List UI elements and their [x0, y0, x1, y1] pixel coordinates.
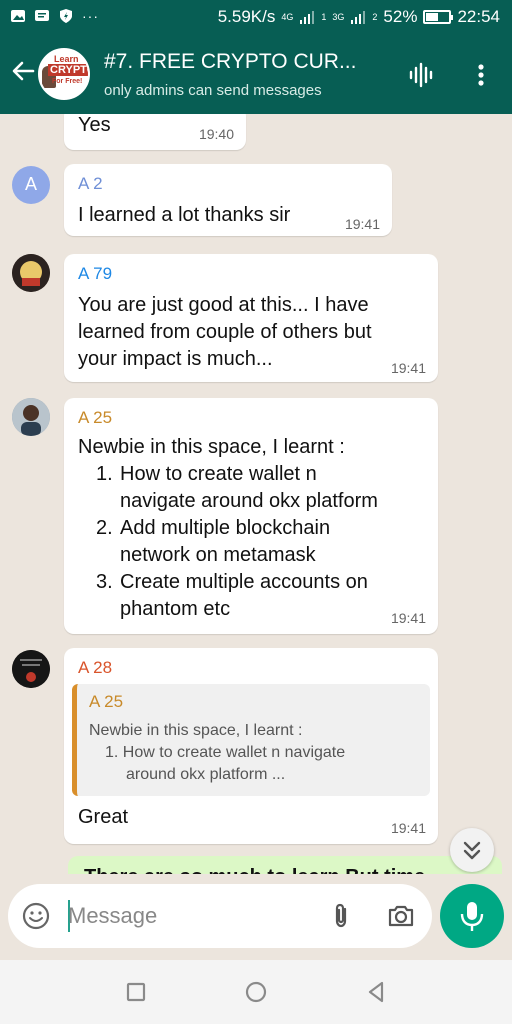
- scroll-down-button[interactable]: [450, 828, 494, 872]
- network-speed: 5.59K/s: [217, 7, 276, 26]
- group-title[interactable]: #7. FREE CRYPTO CUR...: [104, 50, 394, 74]
- message-text: Newbie in this space, I learnt : 1. How t…: [78, 434, 378, 623]
- message-text: I learned a lot thanks sir: [78, 204, 291, 226]
- message-icon: [35, 10, 49, 21]
- battery-icon: [423, 10, 454, 24]
- message-time: 19:41: [390, 610, 426, 626]
- more-vert-icon[interactable]: [466, 60, 496, 90]
- list-item: 2. Add multiple blockchain network on meta…: [78, 515, 378, 569]
- message-line: Newbie in this space, I learnt :: [78, 436, 345, 458]
- message-text: Great: [78, 806, 129, 828]
- clock: 22:54: [457, 7, 500, 26]
- crypto-logo-image: Learn CRYPTO For Free!: [40, 50, 88, 98]
- message-bubble-outgoing[interactable]: There are so much to learn But time: [68, 856, 502, 874]
- recents-square-icon[interactable]: [122, 978, 150, 1006]
- message-text: Yes: [78, 114, 111, 136]
- arrow-left-icon[interactable]: [8, 56, 38, 86]
- system-nav-bar: [0, 960, 512, 1024]
- list-line: network on metamask: [120, 544, 316, 566]
- double-chevron-down-icon: [463, 841, 481, 860]
- quoted-line: Newbie in this space, I learnt :: [89, 722, 303, 739]
- more-notifications-indicator: ···: [82, 8, 99, 24]
- message-line: your impact is much...: [78, 348, 273, 370]
- paperclip-icon[interactable]: [326, 901, 356, 931]
- avatar[interactable]: [12, 254, 50, 292]
- quoted-sender: A 25: [89, 692, 124, 711]
- notification-icons: ···: [10, 8, 99, 24]
- camera-icon[interactable]: [386, 901, 416, 931]
- list-item: 3. Create multiple accounts on phantom etc: [78, 569, 378, 623]
- network-type-4g: 4G: [281, 11, 294, 22]
- avatar-image: [12, 398, 50, 436]
- learned-list: 1. How to create wallet n navigate around …: [78, 461, 378, 623]
- message-bubble[interactable]: A 25 Newbie in this space, I learnt : 1.…: [64, 398, 438, 634]
- list-line: Add multiple blockchain: [120, 517, 331, 539]
- message-line: You are just good at this... I have: [78, 294, 369, 316]
- sender-name[interactable]: A 25: [78, 408, 112, 428]
- avatar[interactable]: [12, 398, 50, 436]
- message-time: 19:41: [390, 360, 426, 376]
- emoji-icon[interactable]: [22, 902, 50, 930]
- message-text: There are so much to learn But time: [84, 866, 425, 874]
- list-line: How to create wallet n: [120, 463, 317, 485]
- sim2-label: 2: [372, 11, 378, 22]
- list-number: 2.: [96, 517, 113, 539]
- sender-name[interactable]: A 79: [78, 264, 112, 284]
- message-time: 19:41: [390, 820, 426, 836]
- message-line: learned from couple of others but: [78, 321, 372, 343]
- avatar[interactable]: A: [12, 166, 50, 204]
- quoted-line: 1. How to create wallet n navigate: [105, 744, 346, 761]
- logo-text-line1: Learn: [54, 54, 79, 64]
- message-bubble[interactable]: A 79 You are just good at this... I have…: [64, 254, 438, 382]
- sender-name[interactable]: A 28: [78, 658, 112, 678]
- signal-icon-sim1: [300, 11, 315, 24]
- quoted-line: around okx platform ...: [126, 766, 286, 783]
- network-type-3g: 3G: [332, 11, 345, 22]
- sim1-label: 1: [321, 11, 327, 22]
- message-bubble[interactable]: A 28 A 25 Newbie in this space, I learnt…: [64, 648, 438, 844]
- image-icon: [11, 10, 25, 22]
- battery-percent: 52%: [383, 7, 418, 26]
- avatar-letter: A: [24, 174, 37, 194]
- message-time: 19:41: [344, 216, 380, 232]
- list-number: 1.: [96, 463, 113, 485]
- group-avatar[interactable]: Learn CRYPTO For Free!: [38, 48, 90, 100]
- microphone-button[interactable]: [440, 884, 504, 948]
- message-list[interactable]: Yes 19:40 A A 2 I learned a lot thanks s…: [0, 114, 512, 874]
- list-item: 1. How to create wallet n navigate around …: [78, 461, 378, 515]
- group-subtitle: only admins can send messages: [104, 82, 322, 99]
- battery-level: [426, 13, 438, 21]
- list-number: 3.: [96, 571, 113, 593]
- microphone-icon: [460, 902, 484, 931]
- message-time: 19:40: [198, 126, 234, 142]
- logo-text-line3: For Free!: [52, 78, 83, 85]
- audio-wave-icon[interactable]: [406, 60, 436, 90]
- list-line: Create multiple accounts on: [120, 571, 368, 593]
- message-text: You are just good at this... I have lear…: [78, 292, 372, 373]
- compose-bar: [8, 884, 432, 948]
- message-input[interactable]: [68, 898, 298, 934]
- signal-icon-sim2: [351, 11, 366, 24]
- sender-name[interactable]: A 2: [78, 174, 103, 194]
- message-bubble[interactable]: Yes 19:40: [64, 114, 246, 150]
- list-line: navigate around okx platform: [120, 490, 378, 512]
- chat-header: Learn CRYPTO For Free! #7. FREE CRYPTO C…: [0, 36, 512, 114]
- status-right: 5.59K/s 4G 1 3G 2 52% 22:54: [218, 7, 500, 27]
- home-circle-icon[interactable]: [242, 978, 270, 1006]
- shield-icon: [60, 9, 72, 23]
- message-bubble[interactable]: A 2 I learned a lot thanks sir 19:41: [64, 164, 392, 236]
- avatar-image: [12, 254, 50, 292]
- list-line: phantom etc: [120, 598, 231, 620]
- avatar-image: [12, 650, 50, 688]
- status-bar: ··· 5.59K/s 4G 1 3G 2 52% 22:54: [0, 0, 512, 36]
- logo-text-line2: CRYPTO: [48, 64, 88, 76]
- back-triangle-icon[interactable]: [362, 978, 390, 1006]
- quoted-message[interactable]: A 25 Newbie in this space, I learnt : 1.…: [72, 684, 430, 796]
- quoted-text: Newbie in this space, I learnt : 1. How …: [89, 720, 345, 786]
- avatar[interactable]: [12, 650, 50, 688]
